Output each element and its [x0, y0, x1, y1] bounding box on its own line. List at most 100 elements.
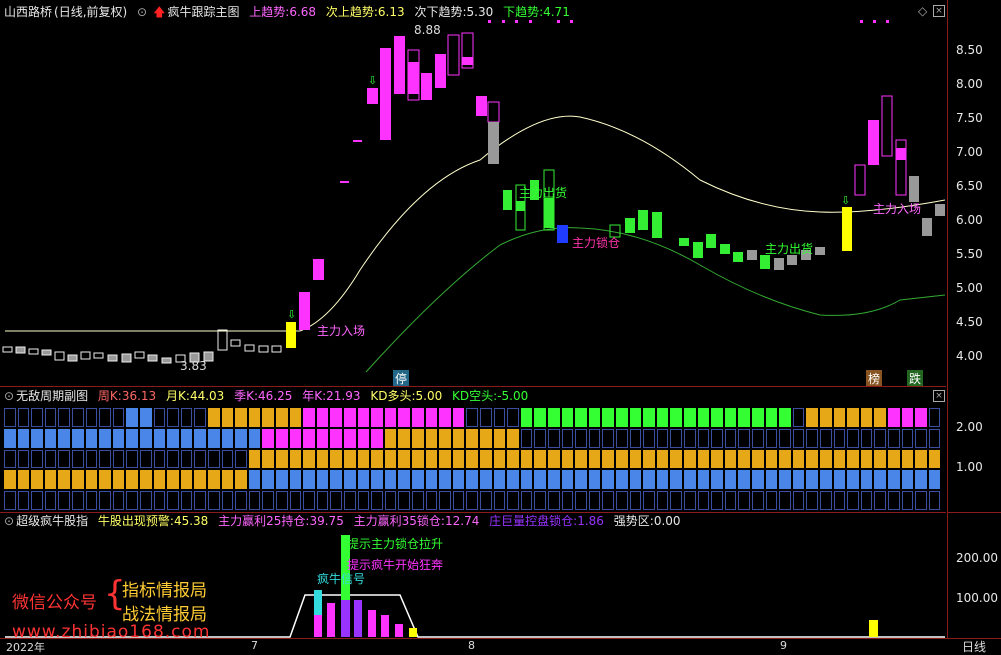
- grid-cell: [452, 428, 465, 448]
- grid-cell: [561, 428, 574, 448]
- grid-cell: [85, 408, 98, 427]
- grid-cell: [17, 470, 30, 490]
- tick: 8.50: [956, 43, 983, 57]
- grid-cell: [140, 491, 152, 510]
- grid-cell: [588, 428, 601, 448]
- grid-cell: [629, 428, 642, 448]
- tick: 100.00: [956, 591, 998, 605]
- grid-cell: [85, 449, 98, 469]
- grid-cell: [901, 491, 914, 510]
- grid-cell: [17, 449, 30, 469]
- grid-cell: [31, 428, 43, 448]
- main-chart-canvas[interactable]: ⇩ ⇩ ⇩: [0, 0, 947, 650]
- grid-cell: [860, 449, 873, 469]
- sub2-axis[interactable]: 200.00 100.00: [947, 512, 1001, 639]
- grid-cell: [208, 470, 220, 490]
- grid-cell: [602, 449, 614, 469]
- grid-cell: [31, 491, 43, 510]
- grid-cell: [561, 491, 574, 510]
- grid-cell: [928, 491, 941, 510]
- grid-cell: [221, 470, 234, 490]
- grid-cell: [4, 428, 16, 448]
- grid-cell: [85, 491, 98, 510]
- grid-cell: [330, 449, 342, 469]
- lock-up-note: 提示主力锁仓拉升: [347, 537, 444, 551]
- grid-cell: [548, 491, 560, 510]
- grid-cell: [31, 470, 43, 490]
- grid-cell: [588, 491, 601, 510]
- sub1-close-icon[interactable]: ×: [933, 390, 945, 402]
- grid-cell: [724, 449, 737, 469]
- grid-cell: [452, 470, 465, 490]
- lock-annotation: 主力锁仓: [572, 236, 621, 250]
- grid-cell: [915, 428, 927, 448]
- grid-cell: [752, 428, 764, 448]
- grid-cell: [616, 491, 628, 510]
- early-candles: [2, 329, 282, 364]
- tick: 6.00: [956, 213, 983, 227]
- grid-cell: [58, 491, 70, 510]
- grid-cell: [806, 470, 818, 490]
- grid-cell: [398, 449, 410, 469]
- grid-cell: [262, 470, 274, 490]
- grid-cell: [820, 408, 832, 427]
- grid-cell: [588, 470, 601, 490]
- profit25-label: 主力赢利25持仓:: [218, 514, 310, 528]
- sub1-toggle-icon[interactable]: ⊙: [4, 389, 14, 403]
- month-label: 月K:: [166, 389, 190, 403]
- grid-cell: [208, 491, 220, 510]
- grid-cell: [643, 428, 655, 448]
- grid-cell: [752, 408, 764, 427]
- grid-cell: [493, 470, 506, 490]
- grid-cell: [466, 491, 478, 510]
- sub1-name[interactable]: 无敌周期副图: [16, 389, 88, 403]
- grid-cell: [99, 428, 111, 448]
- grid-cell: [289, 470, 302, 490]
- grid-cell: [616, 408, 628, 427]
- cycle-grid[interactable]: [4, 408, 944, 512]
- grid-cell: [915, 449, 927, 469]
- grid-cell: [888, 491, 900, 510]
- grid-cell: [684, 449, 696, 469]
- grid-cell: [112, 491, 125, 510]
- grid-cell: [248, 408, 261, 427]
- grid-cell: [724, 408, 737, 427]
- grid-cell: [452, 408, 465, 427]
- grid-cell: [262, 428, 274, 448]
- grid-cell: [425, 408, 438, 427]
- svg-text:⇩: ⇩: [368, 74, 377, 87]
- sub1-header: ⊙ 无敌周期副图 周K:36.13 月K:44.03 季K:46.25 年K:21…: [4, 386, 534, 406]
- grid-cell: [153, 491, 166, 510]
- grid-cell: [847, 470, 859, 490]
- grid-cell: [656, 408, 669, 427]
- grid-cell: [276, 491, 288, 510]
- grid-cell: [303, 428, 315, 448]
- grid-cell: [629, 470, 642, 490]
- grid-cell: [670, 428, 682, 448]
- grid-cell: [126, 408, 138, 427]
- grid-cell: [112, 470, 125, 490]
- grid-cell: [398, 491, 410, 510]
- grid-cell: [384, 470, 397, 490]
- grid-cell: [860, 491, 873, 510]
- warn-value: 45.38: [173, 514, 209, 528]
- grid-cell: [507, 408, 519, 427]
- grid-cell: [670, 470, 682, 490]
- grid-cell: [860, 408, 873, 427]
- main-price-axis[interactable]: 8.50 8.00 7.50 7.00 6.50 6.00 5.50 5.00 …: [947, 0, 1001, 386]
- grid-cell: [439, 449, 451, 469]
- grid-cell: [72, 428, 84, 448]
- grid-cell: [711, 428, 723, 448]
- low-price-label: 3.83: [180, 359, 207, 373]
- bang-badge: 榜: [866, 370, 883, 387]
- sub1-axis[interactable]: 2.00 1.00: [947, 386, 1001, 512]
- grid-cell: [779, 470, 791, 490]
- grid-cell: [724, 470, 737, 490]
- period-button[interactable]: 日线: [962, 638, 986, 655]
- sub2-name[interactable]: 超级疯牛股指: [16, 514, 88, 528]
- grid-cell: [480, 470, 492, 490]
- sub2-toggle-icon[interactable]: ⊙: [4, 514, 14, 528]
- grid-cell: [194, 491, 206, 510]
- grid-cell: [140, 428, 152, 448]
- grid-cell: [425, 449, 438, 469]
